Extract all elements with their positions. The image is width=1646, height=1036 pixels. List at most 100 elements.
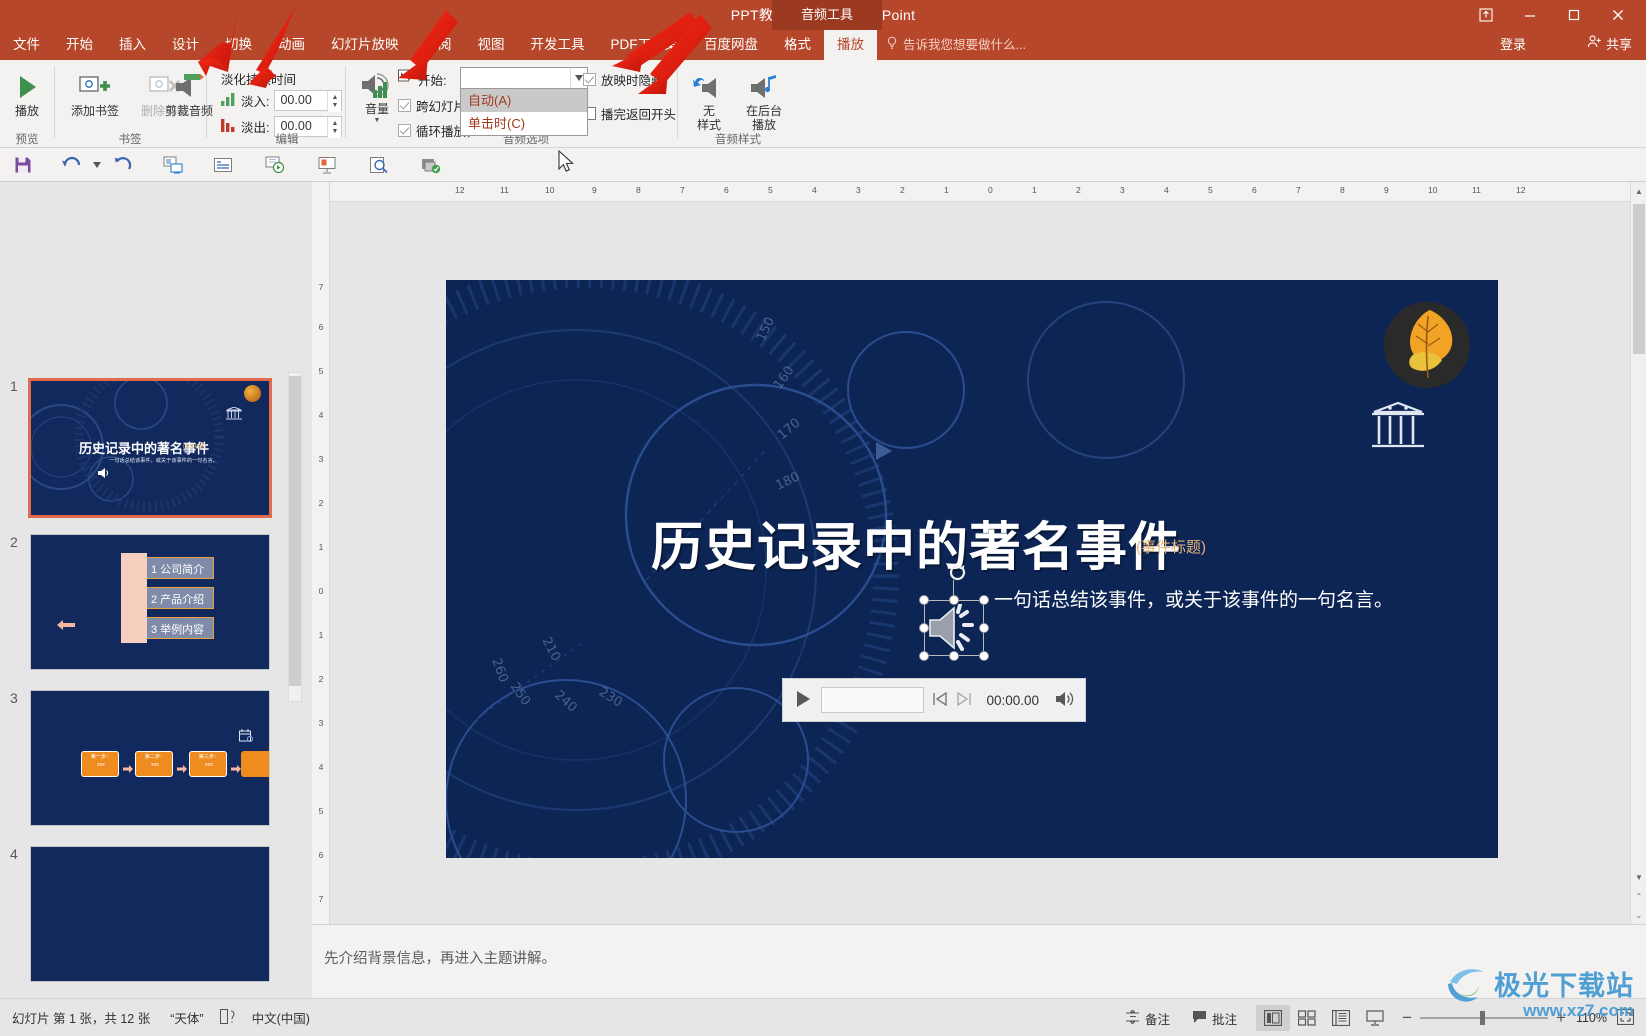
tab-format[interactable]: 格式 (771, 30, 824, 60)
thumbnail-slide-1[interactable]: 历史记录中的著名事件 (事件标题) 一句话总结该事件，或关于该事件的一句名言。 (28, 378, 272, 518)
tab-developer[interactable]: 开发工具 (518, 30, 598, 60)
tab-slideshow[interactable]: 幻灯片放映 (318, 30, 412, 60)
fade-in-input[interactable]: 00.00 ▲ ▼ (274, 90, 343, 112)
play-audio-button[interactable]: 播放 (0, 68, 59, 119)
minimize-button[interactable] (1508, 0, 1552, 30)
slide-editing-canvas[interactable]: 150 160 170 180 210 250 240 230 260 历史记录… (330, 202, 1630, 924)
leaf-photo[interactable] (1384, 302, 1470, 388)
notes-text[interactable]: 先介绍背景信息，再进入主题讲解。 (324, 947, 556, 968)
tab-file[interactable]: 文件 (0, 30, 53, 60)
resize-handle-ne[interactable] (979, 595, 989, 605)
start-option-on-click[interactable]: 单击时(C) (461, 112, 587, 135)
save-icon[interactable] (10, 154, 36, 176)
player-step-back-button[interactable] (932, 691, 948, 709)
audio-object[interactable] (919, 564, 989, 661)
player-step-forward-button[interactable] (956, 691, 972, 709)
rewind-checkbox-row[interactable]: 播完返回开头 (583, 104, 676, 123)
slide-show-icon[interactable] (262, 154, 288, 176)
language-status[interactable]: 中文(中国) (252, 1008, 310, 1027)
thumbnail-slide-4[interactable] (30, 846, 270, 982)
resize-handle-se[interactable] (979, 651, 989, 661)
slide-thumbnail-pane[interactable]: 1 历史记录中的著名事件 (事件标题) 一句话总结该事件，或关于该事件的一句名言… (0, 182, 310, 998)
no-style-button[interactable]: 无 样式 (683, 68, 735, 133)
start-from-current-slide-icon[interactable] (160, 154, 186, 176)
tab-playback[interactable]: 播放 (824, 30, 877, 60)
temple-icon[interactable] (1370, 401, 1426, 451)
canvas-scrollbar[interactable]: ▲ ▼ ⌃ ⌄ (1630, 182, 1646, 924)
undo-dropdown-icon[interactable] (84, 154, 110, 176)
player-play-button[interactable] (793, 689, 813, 712)
normal-view-button[interactable] (1256, 1005, 1291, 1031)
fade-in-stepper[interactable]: ▲ ▼ (327, 91, 342, 112)
tab-insert[interactable]: 插入 (106, 30, 159, 60)
share-button[interactable]: 共享 (1581, 30, 1638, 60)
thumbnail-scrollbar-thumb[interactable] (289, 376, 301, 686)
tab-home[interactable]: 开始 (53, 30, 106, 60)
comments-toggle-button[interactable]: 批注 (1181, 999, 1248, 1036)
volume-button[interactable]: 音量 ▼ (351, 66, 403, 124)
thumbnail-slide-2[interactable]: 1 公司简介 2 产品介绍 3 举例内容 (30, 534, 270, 670)
tab-transitions[interactable]: 切换 (212, 30, 265, 60)
present-icon[interactable] (314, 154, 340, 176)
add-bookmark-button[interactable]: 添加书签 (63, 68, 127, 119)
restore-button[interactable] (1552, 0, 1596, 30)
undo-icon[interactable] (58, 154, 84, 176)
no-style-label: 无 样式 (696, 104, 721, 132)
hide-during-show-checkbox-row[interactable]: 放映时隐藏 (583, 70, 664, 89)
slide-count-status[interactable]: 幻灯片 第 1 张，共 12 张 (12, 1008, 150, 1027)
play-in-background-button[interactable]: 在后台 播放 (736, 68, 792, 133)
start-label: 开始: (418, 74, 447, 88)
current-slide[interactable]: 150 160 170 180 210 250 240 230 260 历史记录… (446, 280, 1498, 858)
next-slide-button[interactable]: ⌄ (1631, 906, 1646, 924)
export-icon[interactable] (418, 154, 444, 176)
canvas-scrollbar-thumb[interactable] (1633, 204, 1645, 354)
svg-text:240: 240 (551, 688, 579, 716)
tell-me-box[interactable]: 告诉我您想要做什么... (886, 30, 1026, 60)
resize-handle-s[interactable] (949, 651, 959, 661)
theme-name-status[interactable]: “天体” (170, 1008, 203, 1027)
tab-review[interactable]: 审阅 (412, 30, 465, 60)
accessibility-icon[interactable] (219, 1008, 236, 1027)
ribbon-display-options-icon[interactable] (1464, 0, 1508, 30)
text-box-icon[interactable] (210, 154, 236, 176)
notes-toggle-button[interactable]: 备注 (1114, 999, 1181, 1036)
hruler-tick: 7 (1296, 185, 1301, 195)
slide-sorter-view-button[interactable] (1290, 1005, 1324, 1031)
checkbox[interactable] (583, 73, 596, 86)
start-dropdown-list[interactable]: 自动(A) 单击时(C) (460, 89, 588, 136)
resize-handle-n[interactable] (949, 595, 959, 605)
tab-animations[interactable]: 动画 (265, 30, 318, 60)
sign-in-button[interactable]: 登录 (1500, 30, 1526, 60)
previous-slide-button[interactable]: ⌃ (1631, 887, 1646, 905)
chevron-down-icon[interactable]: ▼ (374, 117, 381, 124)
window-controls (1464, 0, 1640, 30)
close-button[interactable] (1596, 0, 1640, 30)
slide-subtitle-text[interactable]: 一句话总结该事件，或关于该事件的一句名言。 (994, 585, 1393, 612)
tab-pdf-tools[interactable]: PDF工具集 (598, 30, 692, 60)
tab-view[interactable]: 视图 (465, 30, 518, 60)
rotate-handle[interactable] (949, 564, 966, 581)
thumbnail-slide-3[interactable]: 第一步： xxx 第二步： xxx 第三步： xxx (30, 690, 270, 826)
scroll-up-arrow-icon[interactable]: ▲ (1631, 182, 1646, 200)
svg-text:170: 170 (775, 416, 804, 443)
resize-handle-w[interactable] (919, 623, 929, 633)
player-progress-track[interactable] (821, 687, 925, 713)
start-option-automatic[interactable]: 自动(A) (461, 89, 587, 112)
trim-audio-button[interactable]: 剪裁音频 (157, 68, 221, 119)
start-combobox[interactable] (460, 67, 588, 89)
redo-icon[interactable] (110, 154, 136, 176)
resize-handle-e[interactable] (979, 623, 989, 633)
scroll-down-arrow-icon[interactable]: ▼ (1631, 868, 1646, 886)
checkbox[interactable] (398, 99, 411, 112)
slide-show-view-button[interactable] (1358, 1005, 1392, 1031)
tab-design[interactable]: 设计 (159, 30, 212, 60)
print-preview-icon[interactable] (366, 154, 392, 176)
slide-title-text[interactable]: 历史记录中的著名事件 (651, 505, 1181, 580)
audio-player-bar[interactable]: 00:00.00 (782, 678, 1086, 722)
resize-handle-sw[interactable] (919, 651, 929, 661)
player-volume-button[interactable] (1055, 690, 1075, 711)
reading-view-button[interactable] (1324, 1005, 1358, 1031)
tab-baidu-netdisk[interactable]: 百度网盘 (691, 30, 771, 60)
zoom-out-button[interactable]: − (1402, 1008, 1412, 1028)
resize-handle-nw[interactable] (919, 595, 929, 605)
